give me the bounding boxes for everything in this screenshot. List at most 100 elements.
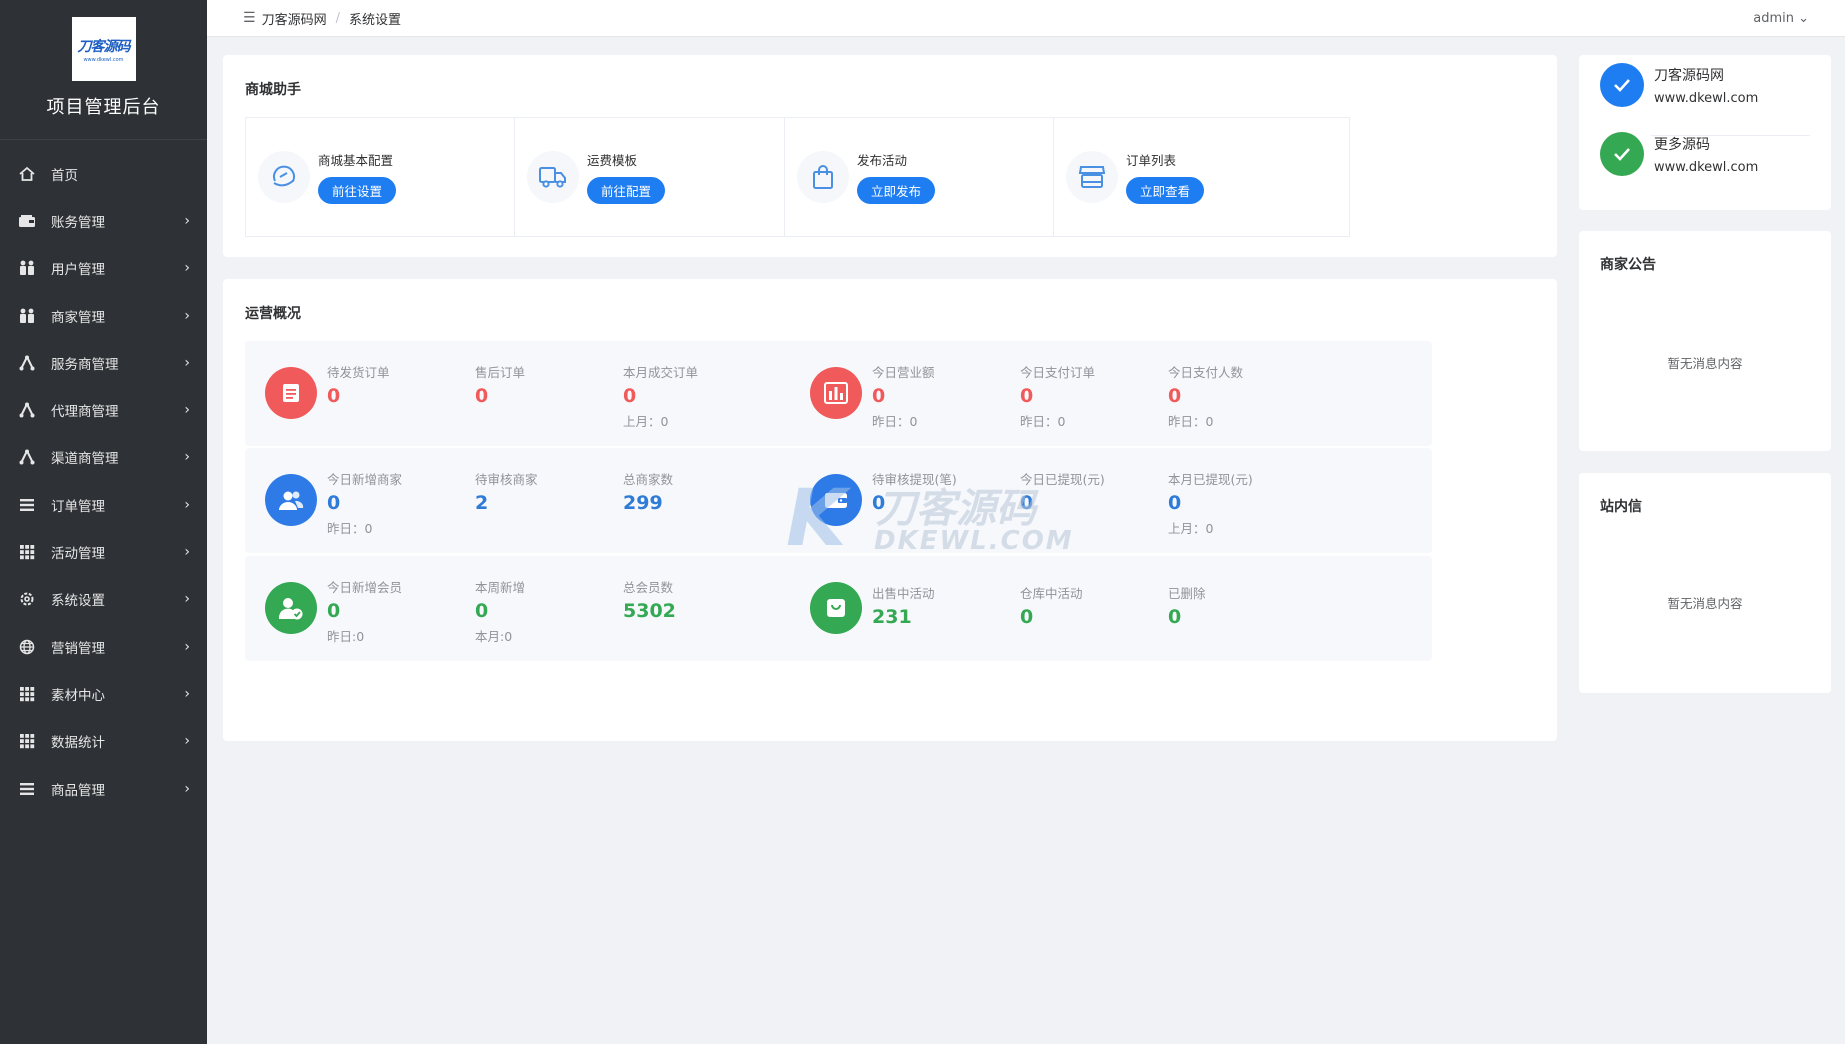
sidebar-item-label: 服务商管理 xyxy=(51,356,119,373)
stat-label: 出售中活动 xyxy=(872,586,935,601)
chevron-right-icon: › xyxy=(184,544,190,561)
sidebar-item[interactable]: 商品管理 › xyxy=(0,765,207,812)
logo-sub: www.dkewl.com xyxy=(83,56,124,63)
logo[interactable]: 刀客源码 www.dkewl.com xyxy=(71,17,136,81)
stat-label: 待审核提现(笔) xyxy=(872,472,957,487)
helper-item: 商城基本配置前往设置 xyxy=(245,117,542,237)
stat-value: 0 xyxy=(872,385,886,407)
stat-item: 今日支付人数 0 昨日：0 xyxy=(1168,362,1243,430)
menu-fold-icon[interactable]: ☰ xyxy=(243,10,256,26)
stat-label: 本月已提现(元) xyxy=(1168,472,1253,487)
gear-icon xyxy=(17,589,37,609)
grid-icon xyxy=(17,731,37,751)
stat-sub: 昨日：0 xyxy=(327,521,373,536)
stat-sub: 昨日：0 xyxy=(1168,414,1214,429)
truck-icon xyxy=(527,151,579,203)
merchant-users-icon xyxy=(265,474,317,526)
users-icon xyxy=(17,306,37,326)
stat-item: 本月已提现(元) 0 上月：0 xyxy=(1168,469,1253,537)
stat-value: 0 xyxy=(327,385,341,407)
breadcrumb-home[interactable]: 刀客源码网 xyxy=(262,9,327,28)
stat-item: 本周新增 0 本月:0 xyxy=(475,577,525,645)
stat-label: 今日已提现(元) xyxy=(1020,472,1105,487)
sidebar-item-label: 营销管理 xyxy=(51,640,105,657)
merchant-notice-card: 商家公告 暂无消息内容 xyxy=(1579,231,1831,451)
stat-value: 0 xyxy=(1020,606,1034,628)
wallet-card-icon xyxy=(810,474,862,526)
helper-action-button[interactable]: 前往配置 xyxy=(587,177,666,204)
stat-item: 今日新增会员 0 昨日:0 xyxy=(327,577,402,645)
sidebar-item[interactable]: 渠道商管理 › xyxy=(0,434,207,481)
stat-value: 0 xyxy=(327,600,341,622)
sidebar-item-label: 首页 xyxy=(51,167,78,184)
sidebar-item[interactable]: 账务管理 › xyxy=(0,197,207,244)
sidebar-item[interactable]: 活动管理 › xyxy=(0,528,207,575)
sidebar-item[interactable]: 订单管理 › xyxy=(0,481,207,528)
stat-sub: 上月：0 xyxy=(1168,521,1214,536)
grid-icon xyxy=(17,542,37,562)
merchant-notice-title: 商家公告 xyxy=(1600,257,1656,273)
stat-label: 本周新增 xyxy=(475,580,526,595)
chevron-right-icon: › xyxy=(184,402,190,419)
stat-item: 待发货订单 0 xyxy=(327,362,390,407)
sidebar-item-label: 用户管理 xyxy=(51,262,105,279)
order-icon xyxy=(265,367,317,419)
sidebar-item-label: 代理商管理 xyxy=(51,404,119,421)
link-more-source[interactable]: 更多源码 www.dkewl.com xyxy=(1600,132,1758,176)
sidebar-item-label: 渠道商管理 xyxy=(51,451,119,468)
stat-sub: 昨日:0 xyxy=(327,629,365,644)
sidebar-item[interactable]: 商家管理 › xyxy=(0,292,207,339)
app-title: 项目管理后台 xyxy=(46,97,161,118)
helper-action-button[interactable]: 立即发布 xyxy=(857,177,936,204)
empty-message: 暂无消息内容 xyxy=(1667,596,1743,611)
stat-item: 总商家数 299 xyxy=(623,469,673,514)
sidebar-item[interactable]: 代理商管理 › xyxy=(0,386,207,433)
stat-item: 待审核提现(笔) 0 xyxy=(872,469,957,514)
chevron-right-icon: › xyxy=(184,638,190,655)
check-icon xyxy=(1600,132,1644,176)
stat-label: 总会员数 xyxy=(623,580,674,595)
topbar: ☰ 刀客源码网 / 系统设置 admin ⌄ xyxy=(207,0,1845,37)
sidebar-item-label: 系统设置 xyxy=(51,593,105,610)
sidebar-item[interactable]: 素材中心 › xyxy=(0,670,207,717)
sidebar-item[interactable]: 数据统计 › xyxy=(0,718,207,765)
stat-item: 仓库中活动 0 xyxy=(1020,583,1083,628)
settings-gauge-icon xyxy=(258,151,310,203)
links-card: 刀客源码网 www.dkewl.com 更多源码 www.dkewl.com xyxy=(1579,55,1831,210)
users-icon xyxy=(17,258,37,278)
sidebar-item[interactable]: 首页 xyxy=(0,150,207,197)
stat-item: 今日已提现(元) 0 xyxy=(1020,469,1105,514)
helper-action-button[interactable]: 前往设置 xyxy=(318,177,397,204)
link-url: www.dkewl.com xyxy=(1654,90,1759,106)
stat-value: 0 xyxy=(623,385,637,407)
stat-label: 总商家数 xyxy=(623,472,674,487)
stat-value: 0 xyxy=(1168,606,1182,628)
helper-item-name: 商城基本配置 xyxy=(318,153,394,168)
helper-action-button[interactable]: 立即查看 xyxy=(1126,177,1205,204)
stat-label: 今日新增商家 xyxy=(327,472,403,487)
helper-item-name: 订单列表 xyxy=(1126,153,1177,168)
link-dkewl[interactable]: 刀客源码网 www.dkewl.com xyxy=(1600,63,1758,107)
sidebar-item[interactable]: 用户管理 › xyxy=(0,245,207,292)
stat-item: 总会员数 5302 xyxy=(623,577,676,622)
network-icon xyxy=(17,400,37,420)
network-icon xyxy=(17,447,37,467)
stat-label: 本月成交订单 xyxy=(623,365,699,380)
stat-label: 今日支付订单 xyxy=(1020,365,1096,380)
stat-value: 0 xyxy=(872,492,886,514)
chevron-right-icon: › xyxy=(184,449,190,466)
sidebar-item-label: 数据统计 xyxy=(51,735,105,752)
user-dropdown[interactable]: admin ⌄ xyxy=(1753,11,1809,26)
stat-value: 0 xyxy=(1020,492,1034,514)
helper-item: 运费模板 前往配置 xyxy=(514,117,811,237)
shop-helper-title: 商城助手 xyxy=(245,82,301,98)
chevron-right-icon: › xyxy=(184,591,190,608)
stat-label: 今日支付人数 xyxy=(1168,365,1244,380)
stat-value: 2 xyxy=(475,492,489,514)
stat-sub: 本月:0 xyxy=(475,629,513,644)
member-check-icon xyxy=(265,582,317,634)
sidebar-item[interactable]: 营销管理 › xyxy=(0,623,207,670)
chevron-right-icon: › xyxy=(184,307,190,324)
sidebar-item[interactable]: 系统设置 › xyxy=(0,576,207,623)
sidebar-item[interactable]: 服务商管理 › xyxy=(0,339,207,386)
